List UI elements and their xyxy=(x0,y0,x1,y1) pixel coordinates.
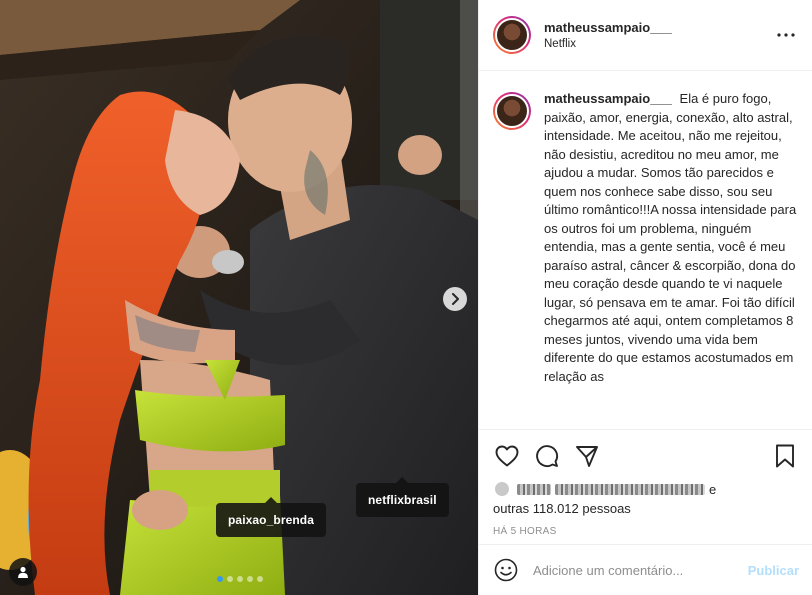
carousel-dot xyxy=(237,576,243,582)
heart-icon xyxy=(495,445,519,467)
comment-input[interactable] xyxy=(533,562,748,578)
save-button[interactable] xyxy=(771,442,799,470)
caption-author-avatar[interactable] xyxy=(493,92,531,130)
liker-avatar xyxy=(493,480,511,498)
person-icon xyxy=(18,566,28,578)
instagram-post: paixao_brenda netflixbrasil matheussampa… xyxy=(0,0,812,595)
bookmark-icon xyxy=(776,444,794,468)
post-sidebar: matheussampaio___ Netflix matheussampaio… xyxy=(478,0,812,595)
post-photo[interactable]: paixao_brenda netflixbrasil xyxy=(0,0,478,595)
chevron-right-icon xyxy=(452,293,459,305)
more-options-button[interactable] xyxy=(774,23,798,47)
post-actions: e outras 118.012 pessoas HÁ 5 HORAS xyxy=(479,429,812,544)
share-button[interactable] xyxy=(573,442,601,470)
author-info: matheussampaio___ Netflix xyxy=(544,20,774,50)
likes-summary: e xyxy=(493,480,799,498)
avatar-image xyxy=(495,18,529,52)
show-tags-button[interactable] xyxy=(9,558,37,586)
next-photo-button[interactable] xyxy=(443,287,467,311)
author-avatar[interactable] xyxy=(493,16,531,54)
avatar-image xyxy=(495,94,529,128)
likes-count-link[interactable]: outras 118.012 pessoas xyxy=(493,501,799,516)
caption-username[interactable]: matheussampaio___ xyxy=(544,91,672,106)
publish-button[interactable]: Publicar xyxy=(748,563,799,578)
caption-area: matheussampaio___ Ela é puro fogo, paixã… xyxy=(479,72,812,429)
author-username[interactable]: matheussampaio___ xyxy=(544,20,774,35)
caption-text: Ela é puro fogo, paixão, amor, energia, … xyxy=(544,91,797,384)
liker-name-blurred xyxy=(517,483,551,495)
user-tag-paixao-brenda[interactable]: paixao_brenda xyxy=(216,497,326,537)
carousel-indicator xyxy=(217,576,263,582)
comment-icon xyxy=(536,445,559,468)
like-button[interactable] xyxy=(493,442,521,470)
action-icons-row xyxy=(493,442,799,470)
more-options-icon xyxy=(777,33,795,37)
paper-plane-icon xyxy=(576,446,598,467)
carousel-dot xyxy=(227,576,233,582)
post-caption: matheussampaio___ Ela é puro fogo, paixã… xyxy=(544,90,799,429)
comment-button[interactable] xyxy=(533,442,561,470)
post-location[interactable]: Netflix xyxy=(544,38,774,50)
comment-bar: Publicar xyxy=(479,544,812,595)
smiley-icon xyxy=(494,558,518,582)
carousel-dot xyxy=(247,576,253,582)
post-timestamp[interactable]: HÁ 5 HORAS xyxy=(493,526,799,537)
carousel-dot xyxy=(217,576,223,582)
user-tag-netflixbrasil[interactable]: netflixbrasil xyxy=(356,477,449,517)
emoji-button[interactable] xyxy=(493,557,519,583)
carousel-dot xyxy=(257,576,263,582)
likes-and-text: e xyxy=(709,481,717,497)
liker-name-blurred xyxy=(555,483,705,495)
post-header: matheussampaio___ Netflix xyxy=(479,0,812,71)
